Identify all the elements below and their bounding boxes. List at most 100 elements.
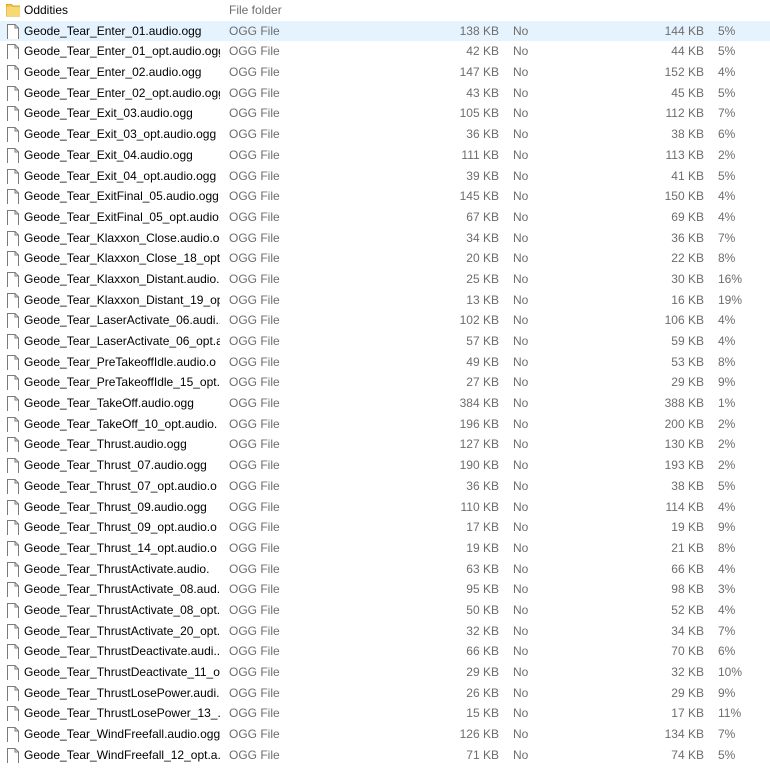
file-row[interactable]: Geode_Tear_ThrustDeactivate_11_o... OGG … — [0, 662, 770, 683]
file-row[interactable]: Geode_Tear_Enter_01_opt.audio.ogg OGG Fi… — [0, 41, 770, 62]
file-type: OGG File — [229, 168, 280, 183]
file-name: Geode_Tear_Exit_04_opt.audio.ogg — [24, 168, 217, 183]
file-row[interactable]: Geode_Tear_PreTakeoffIdle_15_opt.... OGG… — [0, 372, 770, 393]
file-row[interactable]: Geode_Tear_ThrustActivate_08_opt... OGG … — [0, 600, 770, 621]
file-icon — [6, 375, 20, 391]
file-row[interactable]: Geode_Tear_LaserActivate_06_opt.a... OGG… — [0, 331, 770, 352]
file-row[interactable]: Geode_Tear_TakeOff_10_opt.audio. OGG Fil… — [0, 414, 770, 435]
file-icon — [6, 727, 20, 743]
file-encrypted: No — [513, 313, 529, 328]
file-row[interactable]: Geode_Tear_Thrust_07_opt.audio.o OGG Fil… — [0, 476, 770, 497]
file-row[interactable]: Geode_Tear_ThrustLosePower.audi... OGG F… — [0, 683, 770, 704]
file-type: OGG File — [229, 478, 280, 493]
file-ratio: 7% — [718, 106, 736, 121]
file-row[interactable]: Geode_Tear_Exit_03_opt.audio.ogg OGG Fil… — [0, 124, 770, 145]
file-size: 50 KB — [466, 602, 499, 617]
file-row[interactable]: Geode_Tear_TakeOff.audio.ogg OGG File 38… — [0, 393, 770, 414]
file-ratio: 2% — [718, 416, 736, 431]
file-row[interactable]: Geode_Tear_Thrust_09_opt.audio.o OGG Fil… — [0, 517, 770, 538]
file-row[interactable]: Geode_Tear_Klaxxon_Close.audio.o OGG Fil… — [0, 228, 770, 249]
file-ratio: 7% — [718, 623, 736, 638]
file-row[interactable]: Geode_Tear_Exit_04_opt.audio.ogg OGG Fil… — [0, 166, 770, 187]
file-ratio: 5% — [718, 23, 736, 38]
file-size: 102 KB — [459, 313, 499, 328]
file-row[interactable]: Geode_Tear_ExitFinal_05_opt.audio. OGG F… — [0, 207, 770, 228]
file-size: 196 KB — [459, 416, 499, 431]
file-icon — [6, 644, 20, 660]
file-type: OGG File — [229, 540, 280, 555]
file-encrypted: No — [513, 292, 529, 307]
file-name: Geode_Tear_ExitFinal_05.audio.ogg — [24, 189, 219, 204]
file-name: Geode_Tear_PreTakeoffIdle.audio.o — [24, 354, 216, 369]
file-encrypted: No — [513, 458, 529, 473]
file-size: 105 KB — [459, 106, 499, 121]
file-icon — [6, 313, 20, 329]
file-compressed-size: 70 KB — [671, 644, 704, 659]
file-row[interactable]: Geode_Tear_Thrust_09.audio.ogg OGG File … — [0, 497, 770, 518]
file-row[interactable]: Geode_Tear_WindFreefall.audio.ogg OGG Fi… — [0, 724, 770, 745]
file-row[interactable]: Geode_Tear_Enter_02.audio.ogg OGG File 1… — [0, 62, 770, 83]
file-row[interactable]: Geode_Tear_Thrust_07.audio.ogg OGG File … — [0, 455, 770, 476]
file-compressed-size: 32 KB — [671, 665, 704, 679]
file-compressed-size: 150 KB — [664, 189, 704, 204]
file-row[interactable]: Geode_Tear_WindFreefall_12_opt.a... OGG … — [0, 745, 770, 766]
file-encrypted: No — [513, 437, 529, 452]
file-row[interactable]: Geode_Tear_Klaxxon_Distant_19_op... OGG … — [0, 290, 770, 311]
file-row[interactable]: Geode_Tear_Enter_02_opt.audio.ogg OGG Fi… — [0, 83, 770, 104]
file-type: OGG File — [229, 292, 280, 307]
file-size: 42 KB — [466, 44, 499, 59]
file-type: OGG File — [229, 127, 280, 142]
file-compressed-size: 388 KB — [664, 396, 704, 411]
file-name: Geode_Tear_ThrustDeactivate_11_o... — [24, 665, 220, 679]
file-icon — [6, 334, 20, 349]
folder-row[interactable]: Oddities File folder — [0, 0, 770, 21]
file-row[interactable]: Geode_Tear_LaserActivate_06.audi... OGG … — [0, 310, 770, 331]
file-compressed-size: 66 KB — [671, 561, 704, 576]
file-size: 66 KB — [466, 644, 499, 659]
file-size: 13 KB — [466, 292, 499, 307]
file-type: OGG File — [229, 458, 280, 473]
file-ratio: 4% — [718, 499, 736, 514]
file-row[interactable]: Geode_Tear_Klaxxon_Close_18_opt.... OGG … — [0, 248, 770, 269]
file-compressed-size: 144 KB — [664, 23, 704, 38]
file-compressed-size: 113 KB — [665, 147, 704, 162]
file-type: OGG File — [229, 706, 280, 721]
file-row[interactable]: Geode_Tear_ThrustDeactivate.audi... OGG … — [0, 641, 770, 662]
file-row[interactable]: Geode_Tear_Thrust_14_opt.audio.o OGG Fil… — [0, 538, 770, 559]
file-row[interactable]: Geode_Tear_ExitFinal_05.audio.ogg OGG Fi… — [0, 186, 770, 207]
file-icon — [6, 44, 20, 60]
file-compressed-size: 152 KB — [664, 65, 704, 80]
file-row[interactable]: Geode_Tear_Exit_04.audio.ogg OGG File 11… — [0, 145, 770, 166]
file-ratio: 5% — [718, 44, 736, 59]
file-name: Geode_Tear_Enter_01_opt.audio.ogg — [24, 44, 220, 59]
file-encrypted: No — [513, 747, 529, 762]
file-compressed-size: 36 KB — [671, 230, 704, 245]
file-compressed-size: 16 KB — [671, 292, 704, 307]
file-row[interactable]: Geode_Tear_ThrustActivate.audio. OGG Fil… — [0, 559, 770, 580]
file-icon — [6, 251, 20, 267]
file-compressed-size: 98 KB — [671, 582, 704, 597]
file-encrypted: No — [513, 644, 529, 659]
file-row[interactable]: Geode_Tear_ThrustLosePower_13_... OGG Fi… — [0, 703, 770, 724]
file-size: 95 KB — [466, 582, 499, 597]
file-row[interactable]: Geode_Tear_Exit_03.audio.ogg OGG File 10… — [0, 103, 770, 124]
file-type: OGG File — [229, 396, 280, 411]
file-icon — [6, 437, 20, 453]
file-name: Geode_Tear_LaserActivate_06_opt.a... — [24, 334, 220, 348]
file-compressed-size: 22 KB — [671, 251, 704, 266]
file-row[interactable]: Geode_Tear_Enter_01.audio.ogg OGG File 1… — [0, 20, 770, 42]
file-icon — [6, 23, 20, 39]
file-compressed-size: 38 KB — [671, 478, 704, 493]
file-compressed-size: 45 KB — [671, 85, 704, 100]
file-compressed-size: 59 KB — [671, 334, 704, 348]
file-ratio: 10% — [718, 665, 743, 679]
file-name: Geode_Tear_Enter_02.audio.ogg — [24, 65, 202, 80]
file-row[interactable]: Geode_Tear_PreTakeoffIdle.audio.o OGG Fi… — [0, 352, 770, 373]
file-type: OGG File — [229, 85, 280, 100]
file-row[interactable]: Geode_Tear_ThrustActivate_20_opt... OGG … — [0, 621, 770, 642]
file-size: 190 KB — [459, 458, 499, 473]
file-row[interactable]: Geode_Tear_ThrustActivate_08.aud... OGG … — [0, 579, 770, 600]
file-row[interactable]: Geode_Tear_Thrust.audio.ogg OGG File 127… — [0, 434, 770, 455]
file-row[interactable]: Geode_Tear_Klaxxon_Distant.audio. OGG Fi… — [0, 269, 770, 290]
file-name: Geode_Tear_Klaxxon_Close_18_opt.... — [24, 251, 220, 266]
